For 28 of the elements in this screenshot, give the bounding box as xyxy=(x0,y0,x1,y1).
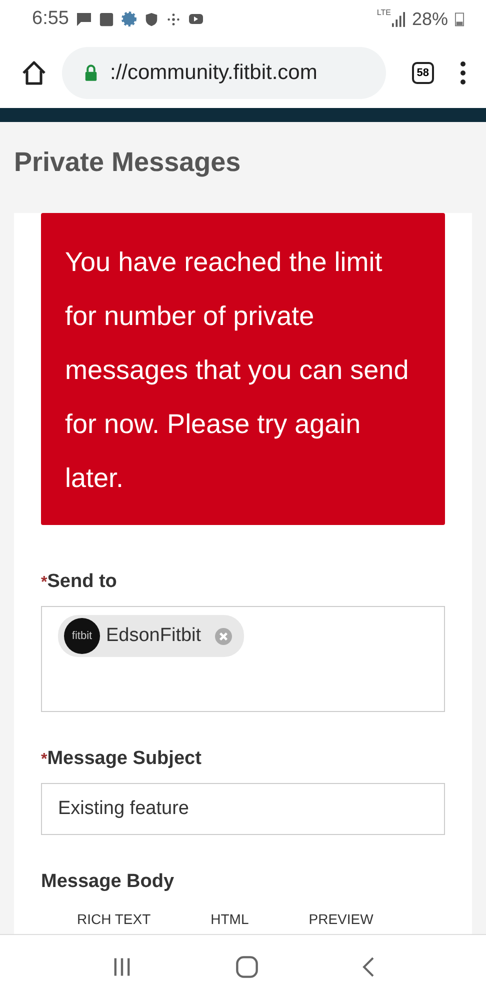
editor-tab[interactable]: RICH TEXT xyxy=(77,911,151,927)
alert-message: You have reached the limit for number of private messages that you can send for now. Please try again later. xyxy=(65,246,410,495)
lock-icon xyxy=(84,64,98,82)
network-label: LTE xyxy=(376,8,391,17)
subject-input[interactable]: Existing feature xyxy=(41,783,445,835)
editor-tab[interactable]: HTML xyxy=(210,911,249,927)
play-icon xyxy=(188,11,204,27)
tab-count-button[interactable]: 58 xyxy=(412,62,434,84)
field-label: Message Body xyxy=(41,871,176,893)
menu-icon[interactable] xyxy=(460,61,466,85)
status-time: 6:55 xyxy=(32,8,69,30)
recipient-name: EdsonFitbit xyxy=(106,625,202,647)
battery-icon xyxy=(455,11,464,27)
battery-level: 28% xyxy=(412,8,448,30)
avatar-logo: fitbit xyxy=(64,618,100,654)
address-bar[interactable]: ://community.fitbit.com xyxy=(62,47,386,99)
url-text: ://community.fitbit.com xyxy=(110,61,318,85)
recipient-field[interactable]: fitbit EdsonFitbit xyxy=(41,606,445,712)
message-icon xyxy=(76,11,92,27)
shield-icon xyxy=(144,12,159,26)
field-label: *Message Subject xyxy=(41,748,202,771)
editor-tab[interactable]: PREVIEW xyxy=(308,911,374,927)
field-label: *Send to xyxy=(41,571,118,594)
signal-icon xyxy=(392,12,405,26)
home-icon[interactable] xyxy=(20,59,48,87)
page-title: Private Messages xyxy=(14,147,242,178)
back-icon[interactable] xyxy=(361,956,375,978)
dots-grid-icon xyxy=(166,12,181,26)
